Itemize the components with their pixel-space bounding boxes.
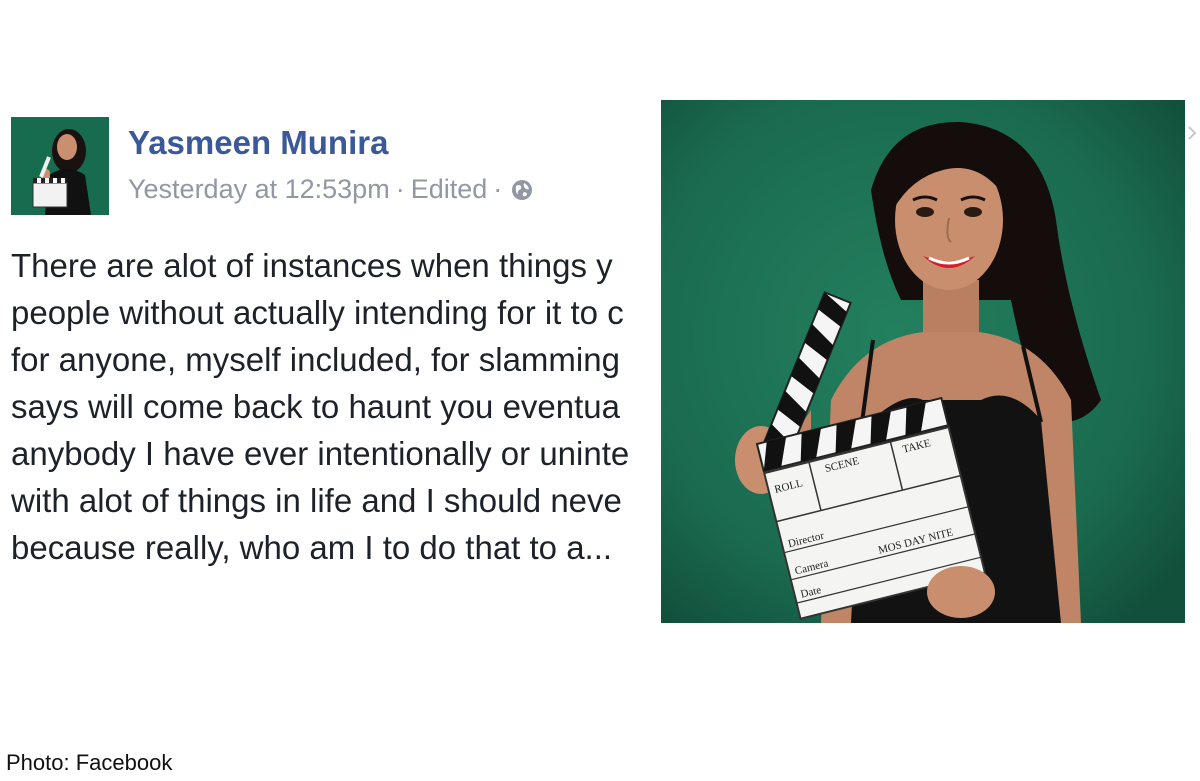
facebook-post: Yasmeen Munira Yesterday at 12:53pm · Ed… xyxy=(0,100,661,620)
portrait-photo: ROLL SCENE TAKE Director Camera MOS DAY … xyxy=(661,100,1185,623)
post-body-line: people without actually intending for it… xyxy=(11,294,624,331)
screenshot-canvas: Yasmeen Munira Yesterday at 12:53pm · Ed… xyxy=(0,0,1200,781)
post-body-line: anybody I have ever intentionally or uni… xyxy=(11,435,630,472)
post-body-line: for anyone, myself included, for slammin… xyxy=(11,341,620,378)
portrait-illustration: ROLL SCENE TAKE Director Camera MOS DAY … xyxy=(661,100,1185,623)
avatar-photo xyxy=(11,117,109,215)
chevron-right-icon xyxy=(1188,126,1197,140)
post-timestamp[interactable]: Yesterday at 12:53pm xyxy=(128,174,390,205)
post-body-line: because really, who am I to do that to a… xyxy=(11,529,613,566)
meta-separator: · xyxy=(395,174,405,204)
profile-avatar[interactable] xyxy=(11,117,109,215)
edited-label[interactable]: Edited xyxy=(411,174,488,205)
post-body-line: with alot of things in life and I should… xyxy=(11,482,622,519)
post-body-text: There are alot of instances when things … xyxy=(11,242,661,571)
author-name-link[interactable]: Yasmeen Munira xyxy=(128,124,388,162)
post-meta: Yesterday at 12:53pm · Edited · xyxy=(128,174,534,205)
post-body-line: says will come back to haunt you eventua xyxy=(11,388,621,425)
globe-icon[interactable] xyxy=(510,178,534,202)
meta-separator: · xyxy=(493,174,503,204)
post-body-line: There are alot of instances when things … xyxy=(11,247,613,284)
photo-credit: Photo: Facebook xyxy=(6,750,173,775)
